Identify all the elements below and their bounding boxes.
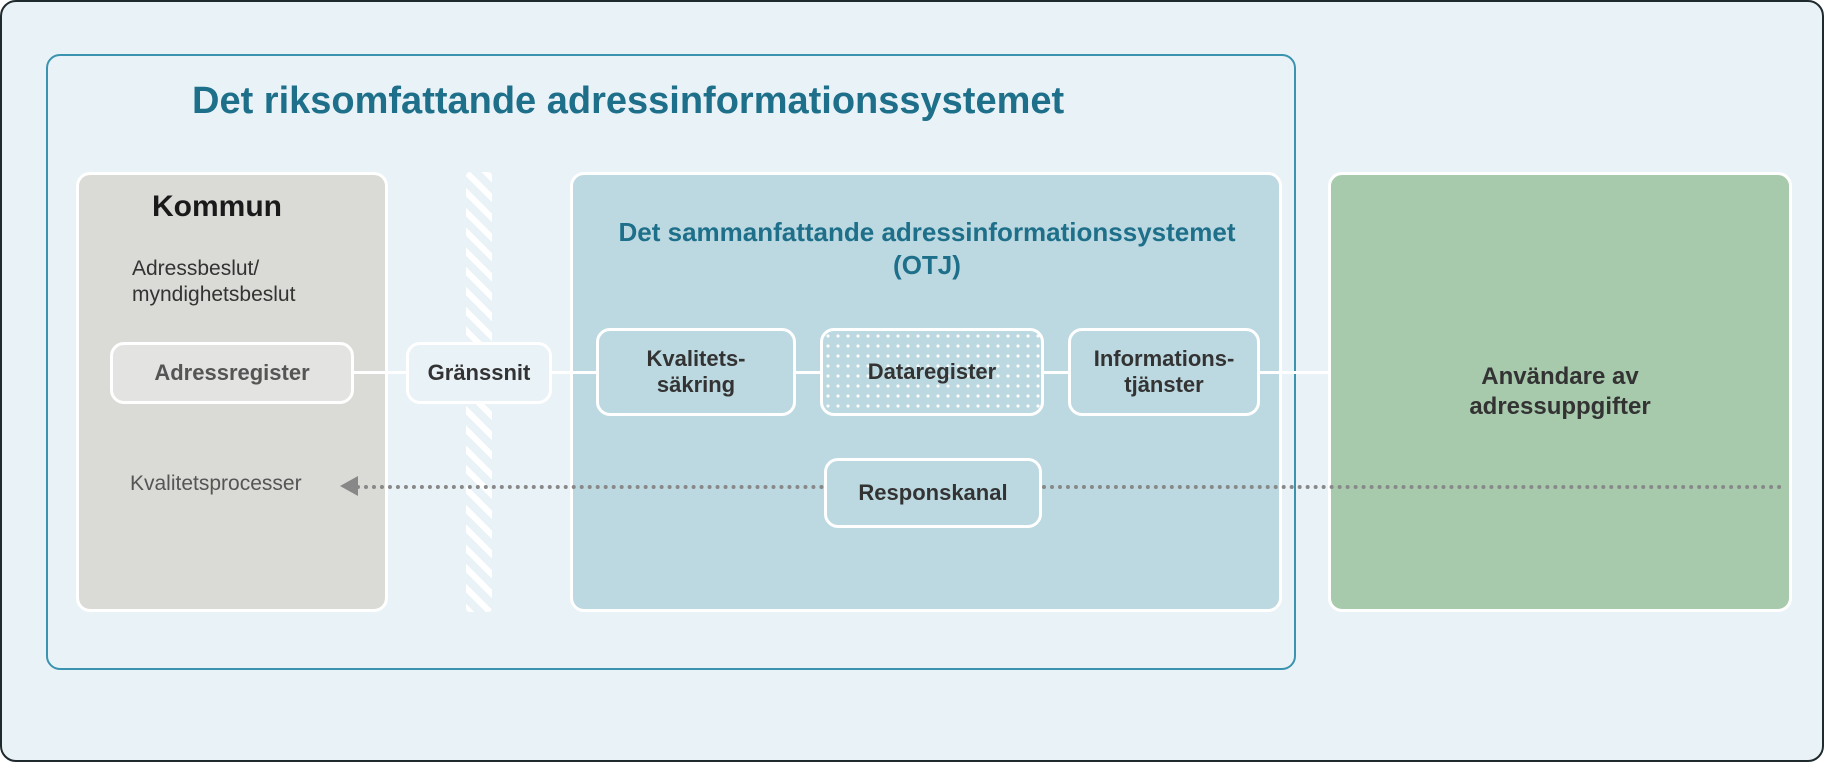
connector-dotted [1042,485,1782,489]
otj-title: Det sammanfattande adressinformationssys… [602,216,1252,281]
kvalitetssakring-node: Kvalitets- säkring [596,328,796,416]
informationstjanster-label: Informations- tjänster [1094,346,1235,399]
granssnit-node: Gränssnit [406,342,552,404]
connector [354,371,406,374]
kommun-subtitle-line2: myndighetsbeslut [132,283,295,306]
main-title: Det riksomfattande adressinformationssys… [192,80,1064,123]
connector-dotted [356,485,824,489]
otj-title-line1: Det sammanfattande adressinformationssys… [619,217,1236,247]
otj-title-line2: (OTJ) [893,250,961,280]
kommun-subtitle-line1: Adressbeslut/ [132,257,259,280]
connector [1044,371,1068,374]
connector [552,371,596,374]
anvandare-label: Användare av adressuppgifter [1469,362,1650,422]
kvalitetssakring-label: Kvalitets- säkring [646,346,745,399]
dataregister-node: Dataregister [820,328,1044,416]
kommun-subtitle: Adressbeslut/ myndighetsbeslut [132,256,295,309]
kommun-title: Kommun [152,190,282,224]
diagram-canvas: Det riksomfattande adressinformationssys… [0,0,1824,762]
adressregister-node: Adressregister [110,342,354,404]
responskanal-node: Responskanal [824,458,1042,528]
connector [1260,371,1328,374]
informationstjanster-node: Informations- tjänster [1068,328,1260,416]
kvalitetsprocesser-label: Kvalitetsprocesser [130,472,302,496]
anvandare-box: Användare av adressuppgifter [1328,172,1792,612]
connector [796,371,820,374]
